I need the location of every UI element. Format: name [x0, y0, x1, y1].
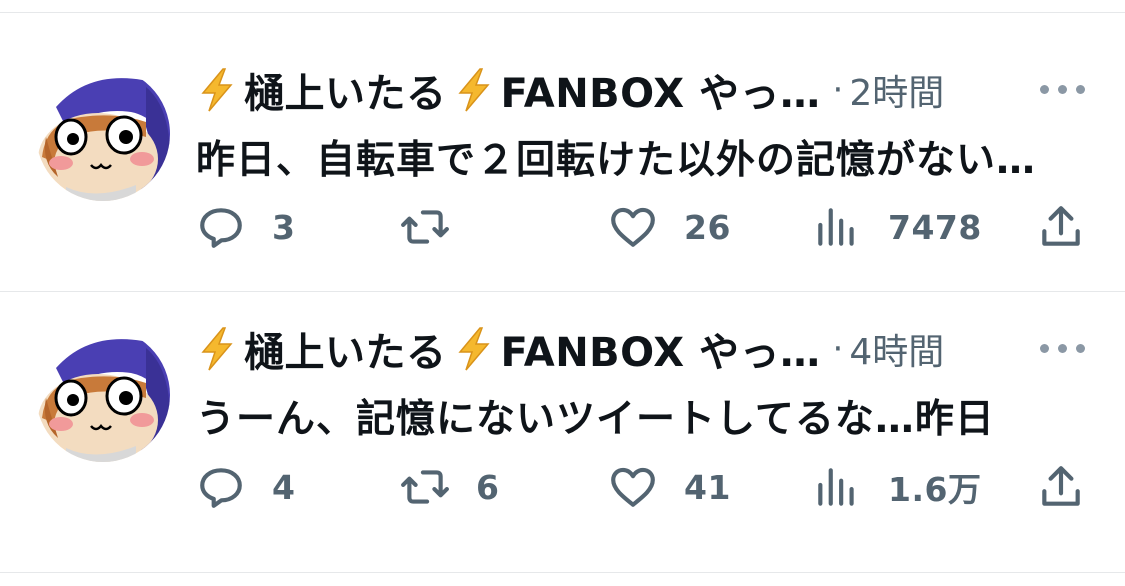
retweet-icon: [401, 470, 449, 504]
separator-dot: ·: [832, 329, 844, 369]
author-name[interactable]: 樋上いたる: [244, 61, 447, 119]
tweet-time[interactable]: 2時間: [849, 64, 944, 116]
retweet-count: 6: [476, 467, 500, 507]
more-dot-icon: [1040, 344, 1049, 353]
lightning-bolt-icon: [201, 68, 233, 112]
reply-count: 3: [272, 207, 296, 247]
like-count: 26: [684, 207, 731, 247]
lightning-bolt-icon: [457, 327, 490, 371]
like-button[interactable]: 41: [608, 459, 731, 515]
tweet-text[interactable]: 昨日、自転車で２回転けた以外の記憶がない…: [196, 129, 1036, 185]
tweet-text[interactable]: うーん、記憶にないツイートしてるな…昨日: [196, 388, 995, 444]
avatar[interactable]: [36, 67, 170, 201]
retweet-icon: [401, 210, 449, 244]
author-name[interactable]: 樋上いたる: [244, 320, 447, 378]
reply-button[interactable]: 3: [196, 199, 295, 255]
separator-dot: ·: [832, 70, 844, 110]
avatar[interactable]: [36, 328, 170, 462]
tweet-time[interactable]: 4時間: [849, 323, 944, 375]
share-icon: [1042, 466, 1080, 506]
views-button[interactable]: 1.6万: [812, 459, 981, 515]
more-dot-icon: [1058, 344, 1067, 353]
views-button[interactable]: 7478: [812, 199, 982, 255]
author-name-rest[interactable]: FANBOX やっ…: [501, 320, 821, 378]
author-name-rest[interactable]: FANBOX やっ…: [501, 61, 821, 119]
like-button[interactable]: 26: [608, 199, 731, 255]
tweet-actions: 3 26 7478: [196, 199, 1096, 255]
more-options-button[interactable]: [1040, 85, 1085, 94]
reply-count: 4: [272, 467, 296, 507]
more-dot-icon: [1058, 85, 1067, 94]
lightning-bolt-icon: [457, 68, 490, 112]
tweet-actions: 4 6 41 1.6万: [196, 459, 1096, 515]
like-count: 41: [684, 467, 731, 507]
avatar-image: [36, 328, 170, 462]
more-dot-icon: [1076, 344, 1085, 353]
reply-button[interactable]: 4: [196, 459, 295, 515]
avatar-image: [36, 67, 170, 201]
share-button[interactable]: [1036, 199, 1086, 255]
reply-icon: [200, 468, 242, 508]
tweet-header: 樋上いたる FANBOX やっ… · 4時間: [196, 323, 944, 376]
reply-icon: [200, 208, 242, 248]
bottom-divider: [0, 572, 1125, 573]
retweet-button[interactable]: 6: [400, 459, 499, 515]
retweet-button[interactable]: [400, 199, 476, 255]
share-button[interactable]: [1036, 459, 1086, 515]
views-chart-icon: [818, 208, 854, 246]
more-dot-icon: [1076, 85, 1085, 94]
more-options-button[interactable]: [1040, 344, 1085, 353]
lightning-bolt-icon: [201, 327, 233, 371]
heart-icon: [611, 467, 655, 507]
heart-icon: [611, 207, 655, 247]
view-count: 7478: [888, 207, 982, 247]
share-icon: [1042, 206, 1080, 246]
tweet-header: 樋上いたる FANBOX やっ… · 2時間: [196, 64, 944, 117]
views-chart-icon: [818, 468, 854, 506]
view-count: 1.6万: [888, 470, 982, 509]
tweet-item[interactable]: 樋上いたる FANBOX やっ… · 4時間 うーん、記憶にないツイートしてるな…: [0, 292, 1125, 570]
more-dot-icon: [1040, 85, 1049, 94]
tweet-item[interactable]: 樋上いたる FANBOX やっ… · 2時間 昨日、自転車で２回転けた以外の記憶…: [0, 13, 1125, 291]
